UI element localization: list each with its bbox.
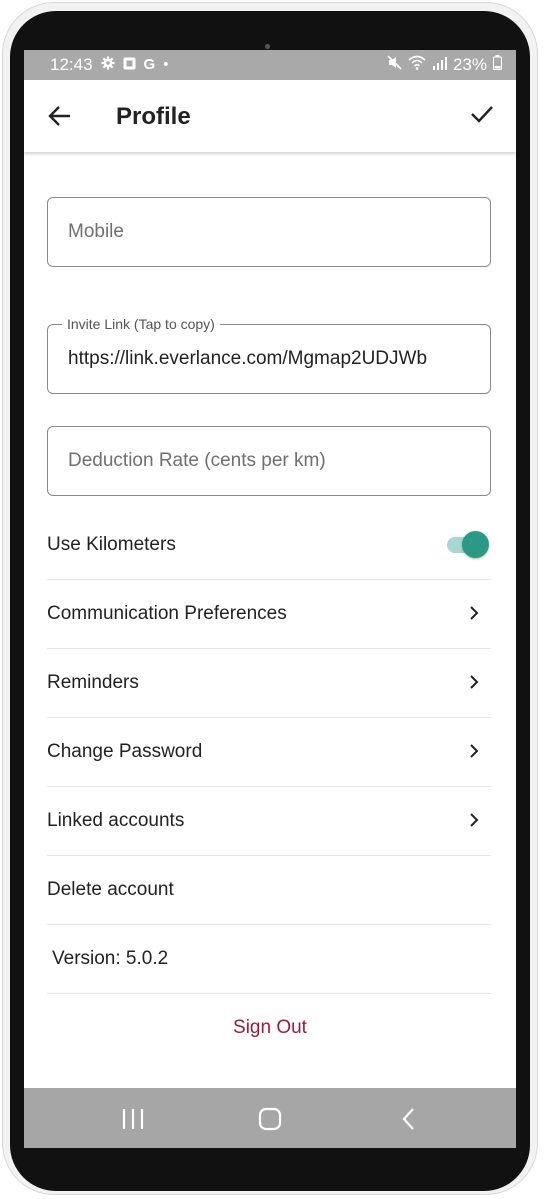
back-button[interactable] <box>46 102 74 130</box>
mobile-field[interactable]: Mobile <box>47 197 491 267</box>
mobile-placeholder: Mobile <box>68 221 124 242</box>
wifi-icon <box>408 55 426 75</box>
communication-preferences-row[interactable]: Communication Preferences <box>47 580 491 649</box>
mute-icon <box>387 55 402 75</box>
chevron-right-icon <box>470 744 479 758</box>
home-icon <box>258 1107 282 1131</box>
save-button[interactable] <box>468 100 496 128</box>
use-kilometers-row: Use Kilometers <box>47 511 491 580</box>
sign-out-button[interactable]: Sign Out <box>24 1017 516 1039</box>
dot-icon: • <box>163 56 169 73</box>
back-nav-icon <box>402 1108 414 1130</box>
delete-account-row[interactable]: Delete account <box>47 856 491 925</box>
linked-accounts-row[interactable]: Linked accounts <box>47 787 491 856</box>
chevron-right-icon <box>470 675 479 689</box>
status-right: 23% <box>387 55 502 75</box>
battery-icon <box>493 55 502 75</box>
arrow-left-icon <box>48 106 70 126</box>
recent-apps-icon <box>122 1109 144 1129</box>
page-title: Profile <box>116 103 191 130</box>
navigation-bar <box>24 1088 516 1148</box>
front-camera <box>265 44 270 49</box>
reminders-label: Reminders <box>47 672 139 693</box>
linked-accounts-label: Linked accounts <box>47 810 185 831</box>
invite-link-value: https://link.everlance.com/Mgmap2UDJWb <box>68 348 428 369</box>
communication-preferences-label: Communication Preferences <box>47 603 287 624</box>
check-icon <box>471 106 493 123</box>
invite-link-label: Invite Link (Tap to copy) <box>62 316 220 332</box>
recent-apps-button[interactable] <box>118 1104 148 1134</box>
deduction-rate-field[interactable]: Deduction Rate (cents per km) <box>47 426 491 496</box>
invite-link-field[interactable]: Invite Link (Tap to copy) https://link.e… <box>47 316 491 394</box>
delete-account-label: Delete account <box>47 879 174 900</box>
use-kilometers-label: Use Kilometers <box>47 534 176 555</box>
version-row: Version: 5.0.2 <box>47 925 491 994</box>
gear-icon <box>101 55 115 75</box>
status-bar: 12:43 G • 23% <box>24 50 516 80</box>
screen: 12:43 G • 23% Profile Mobile Invite Link… <box>24 50 516 1148</box>
chevron-right-icon <box>470 606 479 620</box>
photo-icon <box>123 55 136 75</box>
status-time: 12:43 <box>50 55 93 74</box>
google-icon: G <box>143 56 156 73</box>
status-left: 12:43 G • <box>50 55 168 75</box>
back-nav-button[interactable] <box>394 1104 424 1134</box>
battery-text: 23% <box>452 55 487 74</box>
signal-icon <box>432 55 447 75</box>
app-bar: Profile <box>24 80 516 152</box>
chevron-right-icon <box>470 813 479 827</box>
deduction-rate-placeholder: Deduction Rate (cents per km) <box>68 450 326 471</box>
reminders-row[interactable]: Reminders <box>47 649 491 718</box>
change-password-label: Change Password <box>47 741 203 762</box>
home-button[interactable] <box>255 1104 285 1134</box>
change-password-row[interactable]: Change Password <box>47 718 491 787</box>
toggle-knob <box>462 531 489 558</box>
version-text: Version: 5.0.2 <box>52 948 169 969</box>
